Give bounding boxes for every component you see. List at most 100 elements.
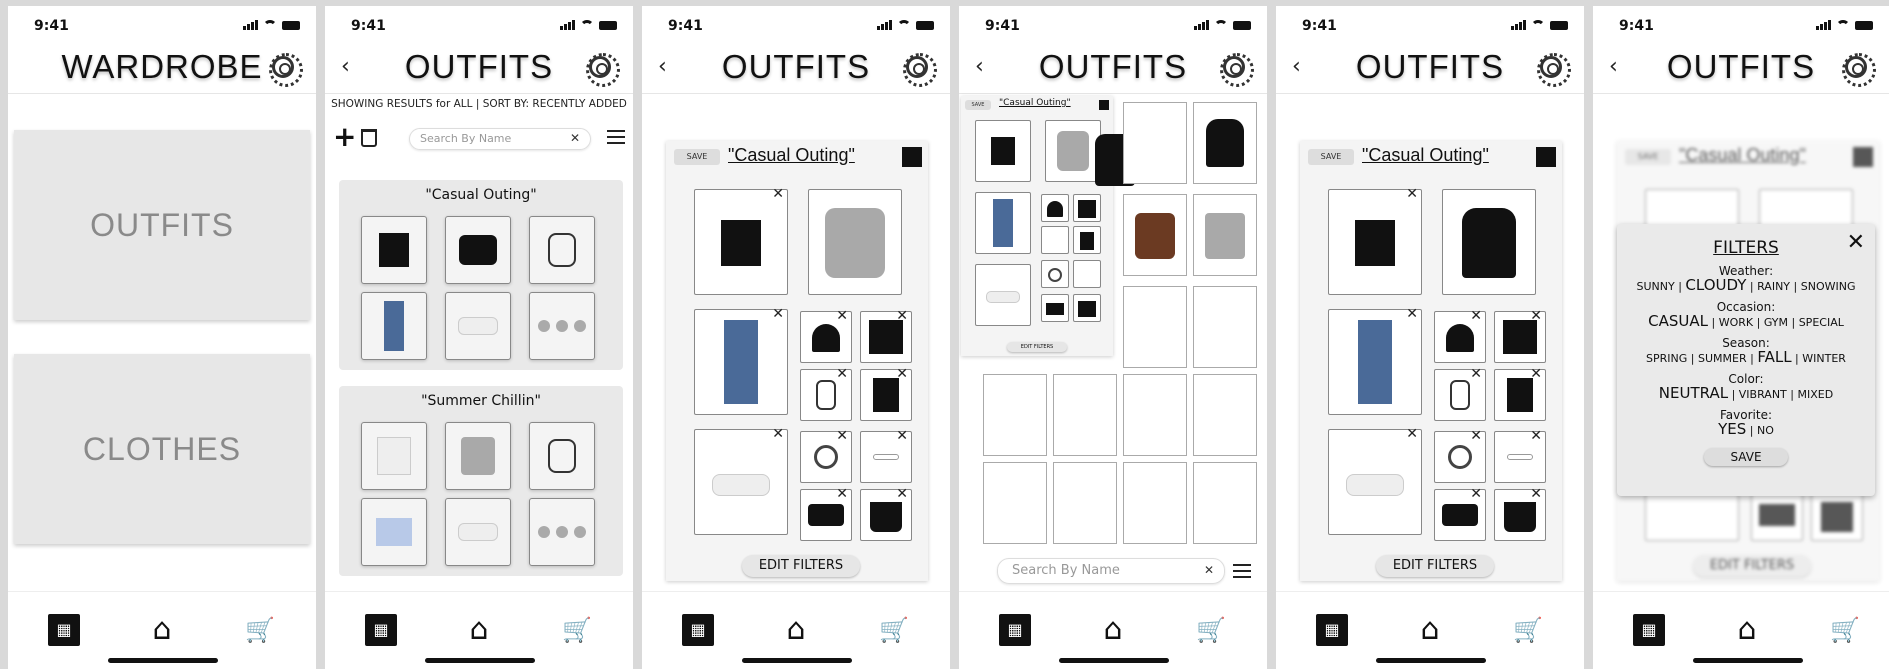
slot-placeholder[interactable]: ✕ (800, 366, 852, 421)
close-icon[interactable]: ✕ (1470, 308, 1482, 324)
slot-outerwear[interactable] (1442, 189, 1536, 295)
grid-cell[interactable] (1123, 286, 1187, 368)
grid-cell[interactable] (983, 462, 1047, 544)
slot-bag[interactable]: ✕ (1494, 486, 1546, 541)
slot-watch[interactable]: ✕ (1434, 428, 1486, 483)
slot-bag[interactable]: ✕ (860, 486, 912, 541)
home-icon[interactable]: ⌂ (1731, 614, 1763, 646)
grid-cell[interactable] (1123, 374, 1187, 456)
edit-filters-button[interactable]: EDIT FILTERS (1007, 342, 1067, 352)
edit-icon[interactable] (1536, 147, 1556, 167)
option-rainy[interactable]: RAINY (1757, 280, 1790, 293)
trash-icon[interactable] (361, 129, 377, 147)
close-icon[interactable]: ✕ (1530, 428, 1542, 444)
cart-heart-icon[interactable]: 🛒 (1829, 614, 1861, 646)
slot-watch[interactable] (1041, 260, 1069, 288)
save-button[interactable]: SAVE (674, 149, 720, 165)
cart-heart-icon[interactable]: 🛒 (1195, 614, 1227, 646)
option-special[interactable]: SPECIAL (1799, 316, 1844, 329)
home-icon[interactable]: ⌂ (1097, 614, 1129, 646)
slot-bracelet[interactable] (1073, 260, 1101, 288)
closet-icon[interactable]: ▦ (1633, 614, 1665, 646)
slot-accessory[interactable]: ✕ (860, 308, 912, 363)
slot-bottom[interactable]: ✕ (694, 306, 788, 415)
slot-ring[interactable]: ✕ (1494, 366, 1546, 421)
filters-save-button[interactable]: SAVE (1704, 448, 1788, 466)
slot-bag[interactable] (1073, 294, 1101, 322)
closet-icon[interactable]: ▦ (1316, 614, 1348, 646)
slot-shoes[interactable]: ✕ (694, 426, 788, 535)
grid-cell[interactable] (1053, 462, 1117, 544)
slot-belt[interactable]: ✕ (800, 486, 852, 541)
close-icon[interactable]: ✕ (896, 366, 908, 382)
slot-top[interactable] (975, 120, 1031, 182)
more-items[interactable] (529, 292, 595, 360)
home-icon[interactable]: ⌂ (146, 614, 178, 646)
slot-placeholder[interactable]: ✕ (1434, 366, 1486, 421)
grid-cell-brown-jacket[interactable] (1123, 194, 1187, 276)
sliders-icon[interactable] (1233, 564, 1251, 578)
slot-bottom[interactable]: ✕ (1328, 306, 1422, 415)
gear-icon[interactable] (1220, 53, 1254, 87)
slot-top[interactable]: ✕ (1328, 186, 1422, 295)
edit-icon[interactable] (902, 147, 922, 167)
slot-belt[interactable]: ✕ (1434, 486, 1486, 541)
cart-heart-icon[interactable]: 🛒 (1512, 614, 1544, 646)
save-button[interactable]: SAVE (1308, 149, 1354, 165)
slot-ring[interactable] (1073, 226, 1101, 254)
edit-icon[interactable] (1099, 100, 1109, 110)
home-icon[interactable]: ⌂ (1414, 614, 1446, 646)
search-input[interactable]: Search By Name ✕ (409, 128, 591, 150)
slot-bracelet[interactable]: ✕ (1494, 428, 1546, 483)
close-icon[interactable]: ✕ (1530, 486, 1542, 502)
gear-icon[interactable] (903, 53, 937, 87)
outfit-card[interactable]: "Casual Outing" (339, 180, 623, 370)
close-icon[interactable]: ✕ (1470, 486, 1482, 502)
grid-cell[interactable] (1123, 102, 1187, 184)
cart-heart-icon[interactable]: 🛒 (561, 614, 593, 646)
close-icon[interactable]: ✕ (836, 308, 848, 324)
slot-beanie[interactable]: ✕ (800, 308, 852, 363)
outfit-name[interactable]: "Casual Outing" (1362, 145, 1489, 166)
option-cloudy[interactable]: CLOUDY (1685, 276, 1746, 294)
closet-icon[interactable]: ▦ (48, 614, 80, 646)
closet-icon[interactable]: ▦ (682, 614, 714, 646)
search-input[interactable]: Search By Name ✕ (997, 558, 1225, 584)
option-sunny[interactable]: SUNNY (1637, 280, 1675, 293)
slot-placeholder[interactable] (1041, 226, 1069, 254)
close-icon[interactable]: ✕ (836, 366, 848, 382)
option-summer[interactable]: SUMMER (1698, 352, 1747, 365)
close-icon[interactable]: ✕ (772, 186, 784, 202)
close-icon[interactable]: ✕ (836, 428, 848, 444)
grid-cell[interactable] (1053, 374, 1117, 456)
close-icon[interactable]: ✕ (1530, 366, 1542, 382)
outfit-name[interactable]: "Casual Outing" (728, 145, 855, 166)
close-icon[interactable]: ✕ (772, 306, 784, 322)
cart-heart-icon[interactable]: 🛒 (878, 614, 910, 646)
gear-icon[interactable] (586, 53, 620, 87)
close-icon[interactable]: ✕ (1530, 308, 1542, 324)
slot-beanie[interactable] (1041, 194, 1069, 222)
outfit-name[interactable]: "Casual Outing" (999, 98, 1071, 108)
slot-beanie[interactable]: ✕ (1434, 308, 1486, 363)
edit-filters-button[interactable]: EDIT FILTERS (1376, 555, 1494, 577)
slot-shoes[interactable] (975, 264, 1031, 326)
grid-cell[interactable] (1123, 462, 1187, 544)
edit-filters-button[interactable]: EDIT FILTERS (742, 555, 860, 577)
more-items[interactable] (529, 498, 595, 566)
close-icon[interactable]: ✕ (1406, 426, 1418, 442)
gear-icon[interactable] (269, 53, 303, 87)
slot-accessory[interactable] (1073, 194, 1101, 222)
grid-cell[interactable] (1193, 286, 1257, 368)
option-spring[interactable]: SPRING (1646, 352, 1687, 365)
slot-outerwear[interactable] (1045, 120, 1101, 182)
option-winter[interactable]: WINTER (1802, 352, 1846, 365)
slot-shoes[interactable]: ✕ (1328, 426, 1422, 535)
cart-heart-icon[interactable]: 🛒 (244, 614, 276, 646)
close-icon[interactable]: ✕ (1847, 230, 1865, 255)
slot-accessory[interactable]: ✕ (1494, 308, 1546, 363)
grid-cell-hoodie[interactable] (1193, 102, 1257, 184)
slot-top[interactable]: ✕ (694, 186, 788, 295)
plus-icon[interactable]: + (333, 123, 356, 151)
slot-outerwear[interactable] (808, 189, 902, 295)
